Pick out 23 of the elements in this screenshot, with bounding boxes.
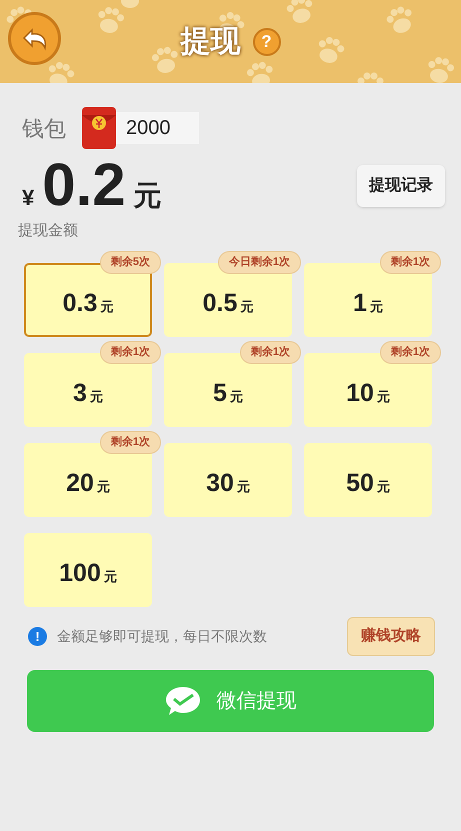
remaining-badge: 剩余5次 [100,251,161,274]
guide-button[interactable]: 赚钱攻略 [347,617,435,656]
amount-label: 提现金额 [18,222,78,239]
amount-option[interactable]: 50 元 [304,443,432,517]
amount-option[interactable]: 100 元 [24,533,152,607]
wallet-label: 钱包 [22,114,66,142]
record-button[interactable]: 提现记录 [357,165,445,207]
currency-symbol: ¥ [22,184,34,212]
remaining-badge: 今日剩余1次 [218,251,301,274]
amount-value: 0.2 [42,155,126,215]
remaining-badge: 剩余1次 [380,251,441,274]
notice-text: 金额足够即可提现，每日不限次数 [57,626,267,646]
chat-check-icon [164,684,200,716]
amount-unit: 元 [134,179,162,213]
remaining-badge: 剩余1次 [240,341,301,364]
amount-option[interactable]: 30 元 [164,443,292,517]
envelope-icon [82,107,116,149]
wallet-balance: 2000 [116,112,198,144]
remaining-badge: 剩余1次 [100,341,161,364]
page-title: 提现 [180,24,240,60]
remaining-badge: 剩余1次 [380,341,441,364]
info-icon: ! [28,626,47,646]
remaining-badge: 剩余1次 [100,431,161,454]
